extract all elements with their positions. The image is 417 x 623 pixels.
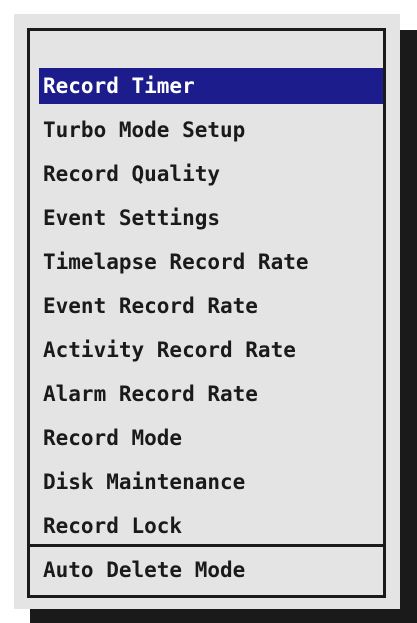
menu-item-record-timer[interactable]: Record Timer [39,68,383,104]
menu-item-event-record-rate[interactable]: Event Record Rate [39,288,258,324]
record-setup-menu: Record Timer Turbo Mode Setup Record Qua… [30,31,383,544]
menu-item-record-mode[interactable]: Record Mode [39,420,182,456]
menu-panel: Record Timer Turbo Mode Setup Record Qua… [14,14,400,609]
menu-item-timelapse-record-rate[interactable]: Timelapse Record Rate [39,244,309,280]
menu-screen: Record Timer Turbo Mode Setup Record Qua… [0,0,417,623]
menu-item-record-lock[interactable]: Record Lock [39,508,182,544]
menu-item-turbo-mode-setup[interactable]: Turbo Mode Setup [39,112,245,148]
menu-item-activity-record-rate[interactable]: Activity Record Rate [39,332,296,368]
menu-divider [30,544,383,547]
menu-item-auto-delete-mode[interactable]: Auto Delete Mode [43,550,245,590]
menu-frame: Record Timer Turbo Mode Setup Record Qua… [27,28,386,598]
menu-item-disk-maintenance[interactable]: Disk Maintenance [39,464,245,500]
menu-item-event-settings[interactable]: Event Settings [39,200,220,236]
menu-item-alarm-record-rate[interactable]: Alarm Record Rate [39,376,258,412]
menu-item-record-quality[interactable]: Record Quality [39,156,220,192]
